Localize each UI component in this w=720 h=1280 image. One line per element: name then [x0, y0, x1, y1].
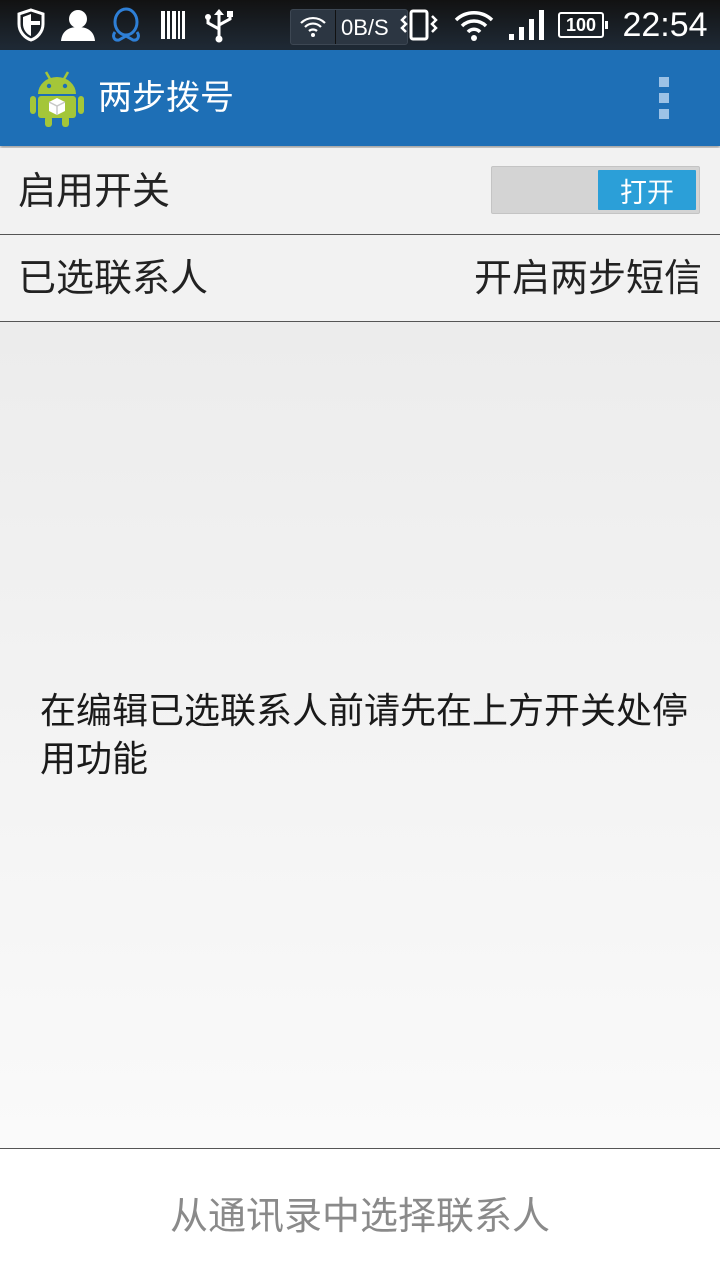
status-time: 22:54 [622, 5, 708, 44]
enable-switch-row: 启用开关 打开 [0, 148, 720, 235]
net-speed-text: 0B/S [341, 15, 389, 40]
contacts-list-area: 在编辑已选联系人前请先在上方开关处停用功能 [0, 322, 720, 1148]
selected-contacts-label: 已选联系人 [18, 256, 209, 300]
action-bar: 两步拨号 [0, 50, 720, 146]
enable-toggle[interactable]: 打开 [491, 166, 700, 214]
qq-icon [108, 0, 144, 50]
selected-contacts-row: 已选联系人 开启两步短信 [0, 235, 720, 322]
battery-icon: 100 [558, 12, 608, 38]
battery-level: 100 [565, 14, 597, 35]
usb-icon [200, 0, 238, 50]
bottom-bar: 从通讯录中选择联系人 [0, 1148, 720, 1280]
overflow-menu-icon[interactable] [640, 70, 688, 126]
contact-icon [58, 0, 98, 50]
android-icon [28, 68, 86, 128]
vibrate-icon [396, 0, 442, 50]
toggle-thumb[interactable]: 打开 [598, 170, 696, 210]
wifi-icon [452, 0, 496, 50]
shield-icon [14, 0, 48, 50]
barcode-icon [158, 0, 188, 50]
notice-text: 在编辑已选联系人前请先在上方开关处停用功能 [40, 691, 689, 780]
app-screen: 0B/S 100 22:54 两步拨号 启用开关 打开 已选联系人 开启两步短信… [0, 0, 720, 1280]
app-title: 两步拨号 [98, 78, 234, 118]
enable-switch-label: 启用开关 [18, 169, 171, 213]
signal-icon [506, 0, 548, 50]
two-step-sms-label[interactable]: 开启两步短信 [474, 235, 702, 321]
network-speed-indicator: 0B/S [290, 9, 408, 45]
wifi-icon [299, 14, 327, 44]
status-bar: 0B/S 100 22:54 [0, 0, 720, 50]
select-from-contacts-button[interactable]: 从通讯录中选择联系人 [0, 1149, 720, 1280]
